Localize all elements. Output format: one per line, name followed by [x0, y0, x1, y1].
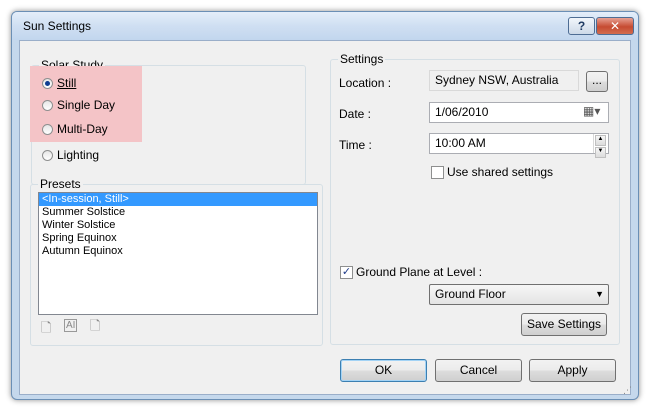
- help-button[interactable]: ?: [568, 17, 595, 35]
- level-dropdown[interactable]: Ground Floor ▼: [429, 284, 609, 305]
- date-label: Date :: [339, 107, 372, 121]
- radio-single-day[interactable]: Single Day: [42, 97, 115, 113]
- time-down-icon[interactable]: ▼: [595, 147, 606, 158]
- duplicate-preset-icon[interactable]: 🗋: [41, 319, 51, 341]
- date-field[interactable]: 1/06/2010: [429, 102, 609, 123]
- preset-item[interactable]: Winter Solstice: [39, 219, 317, 232]
- radio-single-day-indicator[interactable]: [42, 99, 53, 111]
- settings-label: Settings: [338, 52, 386, 66]
- rename-preset-icon[interactable]: AI: [64, 319, 78, 332]
- preset-item[interactable]: Autumn Equinox: [39, 245, 317, 258]
- radio-still-label[interactable]: Still: [57, 76, 76, 90]
- preset-item[interactable]: <In-session, Still>: [39, 193, 317, 206]
- resize-grip-icon[interactable]: ⋰: [623, 385, 632, 396]
- location-field: Sydney NSW, Australia: [429, 70, 579, 91]
- preset-item[interactable]: Summer Solstice: [39, 206, 317, 219]
- location-browse-button[interactable]: ...: [586, 71, 608, 92]
- radio-lighting-label[interactable]: Lighting: [57, 148, 99, 162]
- ground-plane-checkbox[interactable]: ✓: [340, 266, 353, 279]
- cancel-button[interactable]: Cancel: [435, 359, 522, 382]
- use-shared-label[interactable]: Use shared settings: [447, 165, 553, 179]
- title-bar: Sun Settings ? ✕: [12, 12, 638, 40]
- radio-lighting-indicator[interactable]: [42, 149, 53, 161]
- time-value[interactable]: 10:00 AM: [435, 136, 486, 150]
- time-up-icon[interactable]: ▲: [595, 135, 606, 146]
- apply-button[interactable]: Apply: [529, 359, 616, 382]
- save-settings-button[interactable]: Save Settings: [521, 313, 607, 336]
- calendar-dropdown-icon[interactable]: ▦▾: [583, 104, 600, 118]
- time-spinner[interactable]: ▲ ▼: [593, 134, 607, 158]
- radio-multi-day[interactable]: Multi-Day: [42, 121, 108, 137]
- presets-label: Presets: [38, 177, 83, 191]
- ground-plane-label[interactable]: Ground Plane at Level :: [356, 265, 482, 279]
- time-label: Time :: [339, 138, 372, 152]
- time-field[interactable]: 10:00 AM: [429, 133, 609, 154]
- radio-multi-day-indicator[interactable]: [42, 123, 53, 135]
- dialog-title: Sun Settings: [23, 19, 92, 33]
- presets-list[interactable]: <In-session, Still> Summer Solstice Wint…: [38, 192, 318, 315]
- ok-button[interactable]: OK: [340, 359, 427, 382]
- radio-still[interactable]: Still: [42, 75, 76, 91]
- radio-still-indicator[interactable]: [42, 77, 53, 89]
- level-value[interactable]: Ground Floor: [435, 287, 506, 301]
- preset-item[interactable]: Spring Equinox: [39, 232, 317, 245]
- chevron-down-icon[interactable]: ▼: [595, 285, 604, 304]
- radio-single-day-label[interactable]: Single Day: [57, 98, 115, 112]
- use-shared-checkbox[interactable]: [431, 166, 444, 179]
- radio-lighting[interactable]: Lighting: [42, 147, 99, 163]
- delete-preset-icon[interactable]: 🗋: [90, 317, 100, 339]
- location-label: Location :: [339, 76, 392, 90]
- close-button[interactable]: ✕: [596, 17, 634, 35]
- radio-multi-day-label[interactable]: Multi-Day: [57, 122, 108, 136]
- date-value[interactable]: 1/06/2010: [435, 105, 488, 119]
